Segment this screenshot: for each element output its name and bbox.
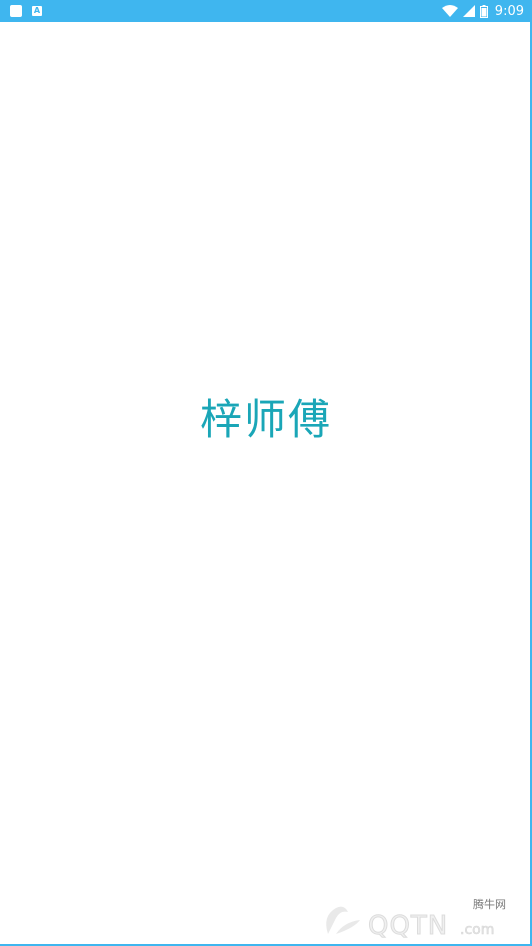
a-notification-icon: A	[32, 6, 42, 16]
status-bar-notifications: A	[10, 5, 42, 17]
splash-screen: A 9:09 梓师傅 腾牛网 QQTN .com	[0, 0, 532, 946]
watermark-cn-label: 腾牛网	[473, 898, 506, 911]
watermark-domain: QQTN	[368, 911, 448, 940]
wifi-icon	[441, 5, 458, 17]
status-bar: A 9:09	[0, 0, 530, 22]
square-notification-icon	[10, 5, 22, 17]
watermark-dotcom: .com	[460, 922, 494, 938]
status-time: 9:09	[494, 3, 524, 19]
cell-signal-icon	[462, 5, 475, 17]
status-bar-system: 9:09	[441, 3, 524, 19]
app-logo-text: 梓师傅	[199, 395, 332, 444]
watermark: 腾牛网 QQTN .com	[314, 894, 524, 942]
battery-icon	[479, 4, 488, 18]
